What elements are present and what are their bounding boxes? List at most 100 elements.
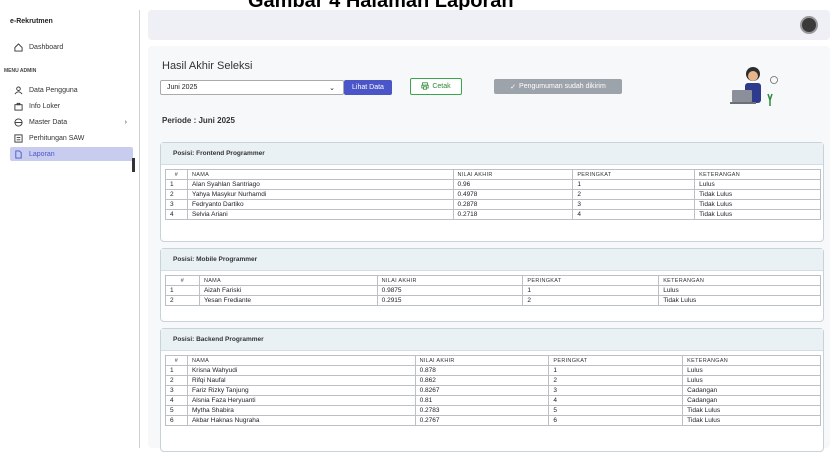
table-header-row: # NAMA NILAI AKHIR PERINGKAT KETERANGAN	[165, 275, 821, 286]
table-cell: Alan Syahlan Santriago	[186, 179, 454, 190]
table-row: 2 Yesan Frediante 0.2915 2 Tidak Lulus	[165, 295, 821, 306]
table-cell: Yesan Frediante	[198, 295, 378, 306]
home-icon	[14, 42, 23, 52]
table-cell: Tidak Lulus	[694, 199, 821, 210]
section-title: Posisi: Mobile Programmer	[161, 249, 823, 271]
section-title: Posisi: Frontend Programmer	[161, 143, 823, 165]
table-cell: Alsnia Faza Heryuanti	[186, 395, 416, 406]
section-card-backend: Posisi: Backend Programmer # NAMA NILAI …	[160, 328, 824, 452]
table-cell: 0.96	[452, 179, 574, 190]
table-cell: 3	[165, 385, 188, 396]
table-cell: 0.878	[414, 365, 550, 376]
table-cell: Akbar Haknas Nugraha	[186, 415, 416, 426]
results-table: # NAMA NILAI AKHIR PERINGKAT KETERANGAN …	[165, 355, 821, 426]
table-cell: 1	[165, 285, 200, 296]
sidebar-active-indicator	[132, 158, 135, 172]
period-select[interactable]: Juni 2025 ⌄	[160, 80, 344, 95]
table-cell: 3	[165, 199, 188, 210]
announcement-sent-button[interactable]: ✓ Pengumuman sudah dikirim	[494, 79, 622, 94]
page-title: Hasil Akhir Seleksi	[162, 60, 253, 72]
sidebar-item-label: Perhitungan SAW	[29, 134, 85, 142]
table-cell: Fedryanto Dartiko	[186, 199, 454, 210]
table-cell: Tidak Lulus	[694, 189, 821, 200]
table-cell: Selvia Ariani	[186, 209, 454, 220]
sidebar-item-info-loker[interactable]: Info Loker	[10, 99, 133, 113]
table-row: 3 Fariz Rizky Tanjung 0.8267 3 Cadangan	[165, 385, 821, 396]
sidebar-item-data-pengguna[interactable]: Data Pengguna	[10, 83, 133, 97]
menu-section-label: MENU ADMIN	[4, 68, 37, 74]
chevron-right-icon: ›	[124, 118, 127, 126]
avatar[interactable]	[800, 16, 818, 34]
sidebar-item-laporan[interactable]: Laporan	[10, 147, 133, 161]
col-header: #	[165, 355, 188, 366]
table-header-row: # NAMA NILAI AKHIR PERINGKAT KETERANGAN	[165, 169, 821, 180]
briefcase-icon	[14, 102, 23, 111]
chevron-down-icon: ⌄	[329, 84, 335, 92]
col-header: PERINGKAT	[572, 169, 696, 180]
table-cell: 3	[572, 199, 696, 210]
sidebar-item-label: Master Data	[29, 118, 68, 126]
col-header: #	[165, 169, 188, 180]
table-cell: 6	[548, 415, 684, 426]
col-header: NILAI AKHIR	[376, 275, 524, 286]
table-cell: 0.81	[414, 395, 550, 406]
period-select-value: Juni 2025	[167, 84, 198, 91]
section-card-frontend: Posisi: Frontend Programmer # NAMA NILAI…	[160, 142, 824, 242]
table-row: 3 Fedryanto Dartiko 0.2878 3 Tidak Lulus	[165, 199, 821, 210]
sidebar-item-label: Laporan	[29, 150, 55, 158]
view-data-button[interactable]: Lihat Data	[344, 80, 392, 95]
col-header: NAMA	[198, 275, 378, 286]
col-header: KETERANGAN	[658, 275, 821, 286]
sidebar: e-Rekrutmen Dashboard MENU ADMIN Data Pe…	[0, 10, 140, 448]
announcement-sent-label: Pengumuman sudah dikirim	[519, 83, 606, 90]
table-cell: 1	[522, 285, 660, 296]
table-cell: Tidak Lulus	[658, 295, 821, 306]
print-button[interactable]: Cetak	[410, 78, 462, 95]
table-cell: Lulus	[682, 365, 821, 376]
table-cell: Krisna Wahyudi	[186, 365, 416, 376]
results-table: # NAMA NILAI AKHIR PERINGKAT KETERANGAN …	[165, 275, 821, 306]
table-cell: 3	[548, 385, 684, 396]
table-cell: Fariz Rizky Tanjung	[186, 385, 416, 396]
table-cell: 4	[572, 209, 696, 220]
sidebar-item-label: Info Loker	[29, 102, 61, 110]
section-title: Posisi: Backend Programmer	[161, 329, 823, 351]
top-bar	[148, 10, 830, 40]
table-row: 6 Akbar Haknas Nugraha 0.2767 6 Tidak Lulus	[165, 415, 821, 426]
sidebar-item-dashboard[interactable]: Dashboard	[10, 40, 133, 54]
table-cell: 1	[548, 365, 684, 376]
col-header: NAMA	[186, 169, 454, 180]
table-row: 5 Mytha Shabira 0.2783 5 Tidak Lulus	[165, 405, 821, 416]
table-cell: 0.2718	[452, 209, 574, 220]
table-cell: Yahya Masykur Nurhamdi	[186, 189, 454, 200]
table-row: 2 Yahya Masykur Nurhamdi 0.4978 2 Tidak Lulu…	[165, 189, 821, 200]
database-icon	[14, 117, 23, 127]
col-header: PERINGKAT	[548, 355, 684, 366]
table-body: 1 Krisna Wahyudi 0.878 1 Lulus 2 Rifqi Naufal 0…	[165, 365, 821, 426]
app-brand[interactable]: e-Rekrutmen	[10, 18, 53, 25]
table-cell: 2	[165, 295, 200, 306]
calculator-icon	[14, 133, 23, 143]
sidebar-item-perhitungan-saw[interactable]: Perhitungan SAW	[10, 131, 133, 145]
results-table: # NAMA NILAI AKHIR PERINGKAT KETERANGAN …	[165, 169, 821, 220]
table-cell: 4	[548, 395, 684, 406]
table-cell: 2	[165, 189, 188, 200]
table-row: 4 Selvia Ariani 0.2718 4 Tidak Lulus	[165, 209, 821, 220]
table-cell: 0.2878	[452, 199, 574, 210]
person-laptop-illustration	[730, 67, 778, 106]
table-cell: Tidak Lulus	[694, 209, 821, 220]
table-cell: Cadangan	[682, 395, 821, 406]
table-cell: 2	[548, 375, 684, 386]
col-header: PERINGKAT	[522, 275, 660, 286]
table-cell: 1	[165, 365, 188, 376]
col-header: KETERANGAN	[682, 355, 821, 366]
table-cell: Lulus	[694, 179, 821, 190]
print-button-label: Cetak	[432, 83, 451, 90]
table-cell: 0.8267	[414, 385, 550, 396]
col-header: NILAI AKHIR	[452, 169, 574, 180]
table-cell: 0.2915	[376, 295, 524, 306]
table-cell: 2	[572, 189, 696, 200]
sidebar-item-master-data[interactable]: Master Data ›	[10, 115, 133, 129]
table-row: 4 Alsnia Faza Heryuanti 0.81 4 Cadangan	[165, 395, 821, 406]
table-row: 1 Alan Syahlan Santriago 0.96 1 Lulus	[165, 179, 821, 190]
